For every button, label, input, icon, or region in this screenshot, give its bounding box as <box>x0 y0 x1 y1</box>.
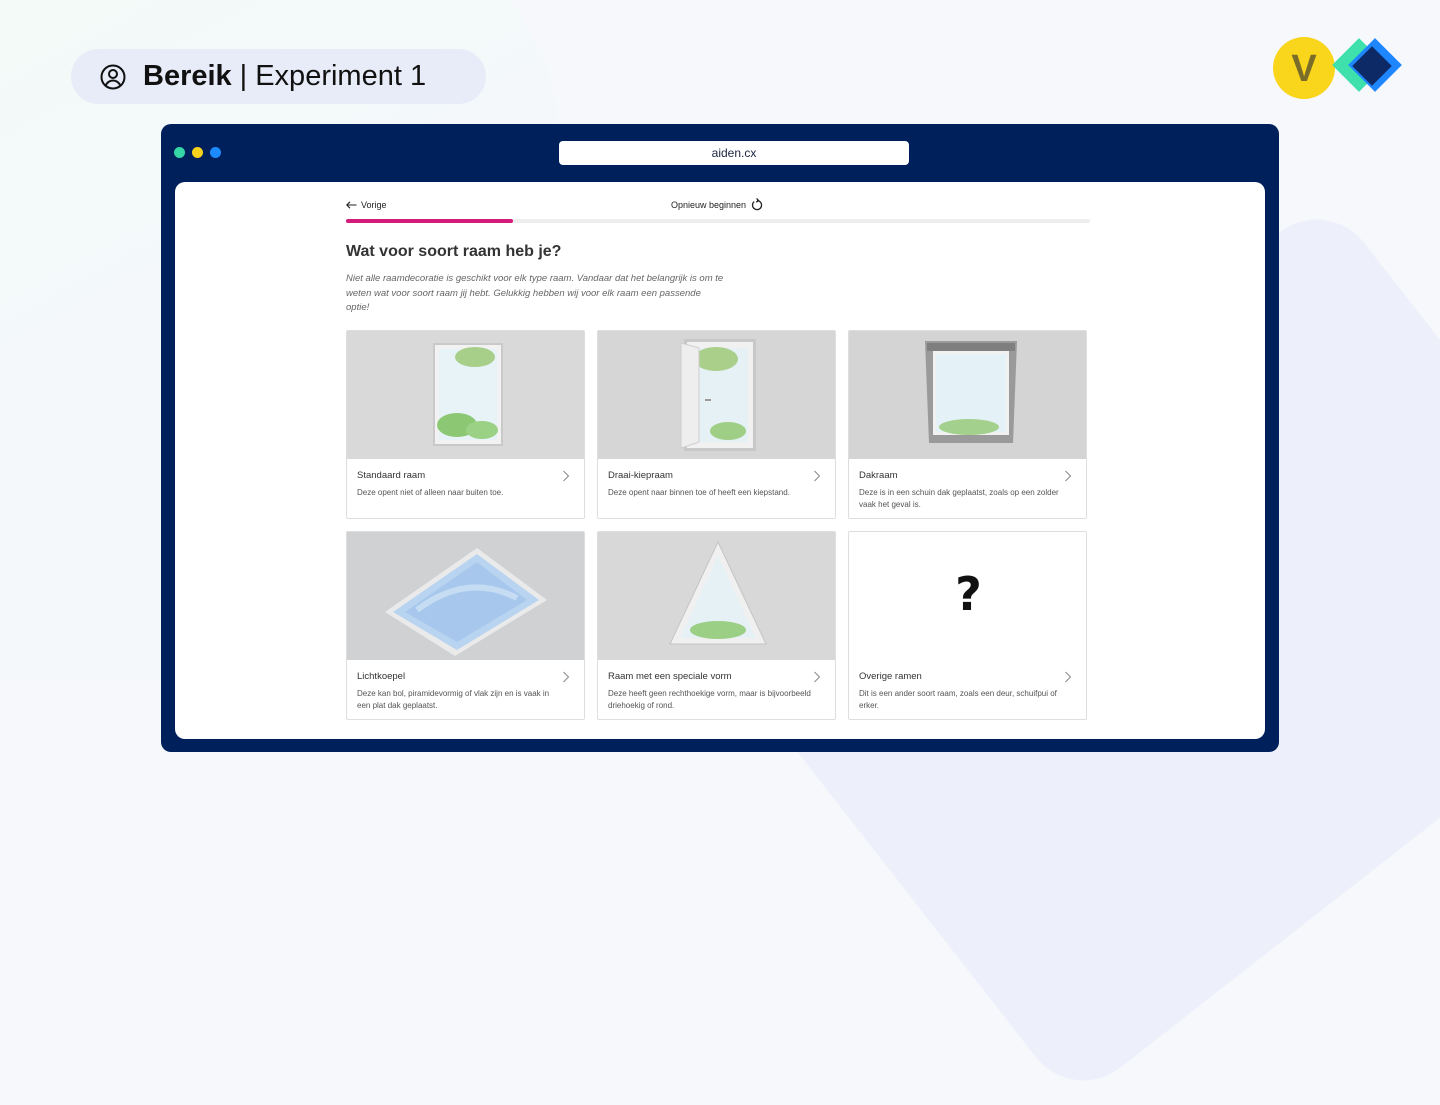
window-dot-green[interactable] <box>174 147 185 158</box>
chevron-right-icon <box>1065 470 1072 482</box>
option-card-dakraam[interactable]: Dakraam Deze is in een schuin dak geplaa… <box>848 330 1087 519</box>
option-description: Deze kan bol, piramidevormig of vlak zij… <box>357 689 550 710</box>
standard-window-image <box>347 331 584 459</box>
option-title: Raam met een speciale vorm <box>608 671 732 682</box>
option-card-lichtkoepel[interactable]: Lichtkoepel Deze kan bol, piramidevormig… <box>346 531 585 720</box>
option-description: Deze is in een schuin dak geplaatst, zoa… <box>859 488 1059 509</box>
option-card-overige-ramen[interactable]: ? Overige ramen Dit is een ander soort r… <box>848 531 1087 720</box>
option-card-draai-kiepraam[interactable]: Draai-kiepraam Deze opent naar binnen to… <box>597 330 836 519</box>
arrow-left-icon <box>346 201 357 209</box>
window-dot-blue[interactable] <box>210 147 221 158</box>
triangle-window-image <box>598 532 835 660</box>
progress-bar <box>346 219 1090 223</box>
question-title: Wat voor soort raam heb je? <box>346 243 562 260</box>
option-title: Dakraam <box>859 470 898 481</box>
back-link[interactable]: Vorige <box>346 200 387 210</box>
other-windows-image: ? <box>849 532 1086 660</box>
chevron-right-icon <box>563 470 570 482</box>
roof-window-image <box>849 331 1086 459</box>
quiz-nav: Vorige Opnieuw beginnen <box>346 198 1090 218</box>
address-bar-url: aiden.cx <box>711 146 757 160</box>
option-card-speciale-vorm[interactable]: Raam met een speciale vorm Deze heeft ge… <box>597 531 836 720</box>
option-card-standaard-raam[interactable]: Standaard raam Deze opent niet of alleen… <box>346 330 585 519</box>
restart-link-label: Opnieuw beginnen <box>671 199 747 210</box>
option-title: Draai-kiepraam <box>608 470 673 481</box>
slide-title-bold: Bereik <box>143 60 232 92</box>
progress-bar-fill <box>346 219 514 223</box>
option-description: Deze opent naar binnen toe of heeft een … <box>608 488 790 497</box>
user-circle-icon <box>99 63 127 91</box>
slide-title-pill: Bereik | Experiment 1 <box>71 49 486 104</box>
option-title: Standaard raam <box>357 470 426 481</box>
window-controls <box>174 147 221 158</box>
tilt-turn-window-image <box>598 331 835 459</box>
web-page: Vorige Opnieuw beginnen Wat voor soort r… <box>175 182 1265 739</box>
brand-logo: V <box>1273 37 1402 99</box>
address-bar[interactable]: aiden.cx <box>559 141 909 165</box>
chevron-right-icon <box>1065 671 1072 683</box>
slide-title-rest: Experiment 1 <box>255 60 427 92</box>
question-intro: Niet alle raamdecoratie is geschikt voor… <box>346 273 724 313</box>
back-link-label: Vorige <box>361 200 387 210</box>
brand-logo-letter: V <box>1291 48 1317 90</box>
skylight-dome-image <box>347 532 584 660</box>
chevron-right-icon <box>563 671 570 683</box>
option-description: Deze heeft geen rechthoekige vorm, maar … <box>608 689 811 710</box>
chevron-right-icon <box>814 470 821 482</box>
question-mark-symbol: ? <box>955 567 982 621</box>
restart-icon <box>751 198 763 211</box>
restart-link[interactable]: Opnieuw beginnen <box>671 198 763 211</box>
option-description: Dit is een ander soort raam, zoals een d… <box>859 689 1057 710</box>
browser-window: aiden.cx Vorige Opnieuw beginnen Wat voo… <box>161 124 1279 752</box>
chevron-right-icon <box>814 671 821 683</box>
slide-title-separator: | <box>239 60 248 92</box>
option-title: Lichtkoepel <box>357 671 406 682</box>
option-description: Deze opent niet of alleen naar buiten to… <box>357 488 504 497</box>
window-dot-yellow[interactable] <box>192 147 203 158</box>
option-title: Overige ramen <box>859 671 922 682</box>
